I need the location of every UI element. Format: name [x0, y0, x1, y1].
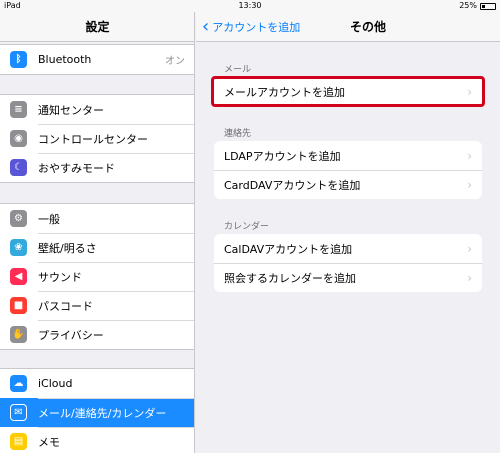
sidebar-item-notes[interactable]: ▤ メモ	[0, 427, 194, 453]
sidebar-item-value: オン	[165, 56, 185, 67]
chevron-right-icon: ›	[467, 271, 472, 285]
add-caldav-account-row[interactable]: CalDAVアカウントを追加 ›	[214, 234, 482, 263]
row-label: LDAPアカウントを追加	[224, 149, 341, 163]
sidebar-item-wallpaper[interactable]: ❀ 壁紙/明るさ	[0, 233, 194, 262]
notification-icon: ≡	[10, 101, 27, 118]
row-label: CalDAVアカウントを追加	[224, 242, 353, 256]
sidebar-item-control-center[interactable]: ◉ コントロールセンター	[0, 124, 194, 153]
moon-icon: ☾	[10, 159, 27, 176]
sidebar-group-accounts: ☁ iCloud ✉ メール/連絡先/カレンダー ▤ メモ	[0, 368, 194, 453]
add-subscribed-calendar-row[interactable]: 照会するカレンダーを追加 ›	[214, 263, 482, 292]
battery-percent: 25%	[459, 1, 477, 10]
control-center-icon: ◉	[10, 130, 27, 147]
sidebar-item-general[interactable]: ⚙ 一般	[0, 204, 194, 233]
section-header-calendars: カレンダー	[224, 222, 270, 232]
sidebar: 設定 ᛒ Bluetooth オン ≡ 通知センター ◉ コントロールセンター …	[0, 0, 195, 453]
sidebar-item-label: メール/連絡先/カレンダー	[38, 406, 167, 420]
sidebar-item-do-not-disturb[interactable]: ☾ おやすみモード	[0, 153, 194, 182]
sidebar-item-label: プライバシー	[38, 328, 104, 342]
section-calendars: CalDAVアカウントを追加 › 照会するカレンダーを追加 ›	[214, 234, 482, 292]
sidebar-item-label: パスコード	[38, 299, 93, 313]
status-time: 13:30	[238, 1, 262, 10]
sidebar-item-bluetooth[interactable]: ᛒ Bluetooth オン	[0, 45, 194, 74]
wallpaper-icon: ❀	[10, 239, 27, 256]
mail-icon: ✉	[10, 404, 27, 421]
navigation-bar: ‹ アカウントを追加 その他	[196, 12, 500, 42]
gear-icon: ⚙	[10, 210, 27, 227]
sidebar-item-label: メモ	[38, 435, 60, 449]
sidebar-item-notification-center[interactable]: ≡ 通知センター	[0, 95, 194, 124]
sidebar-item-label: 一般	[38, 212, 60, 226]
cloud-icon: ☁	[10, 375, 27, 392]
sidebar-item-mail-contacts-calendars[interactable]: ✉ メール/連絡先/カレンダー	[0, 398, 194, 427]
sidebar-item-passcode[interactable]: ■ パスコード	[0, 291, 194, 320]
chevron-right-icon: ›	[467, 148, 472, 163]
sidebar-group-bluetooth: ᛒ Bluetooth オン	[0, 44, 194, 75]
sidebar-group-general: ⚙ 一般 ❀ 壁紙/明るさ ◀ サウンド ■ パスコード ✋ プライバシー	[0, 203, 194, 350]
hand-icon: ✋	[10, 326, 27, 343]
section-header-mail: メール	[224, 65, 252, 75]
sidebar-item-label: 壁紙/明るさ	[38, 241, 97, 255]
notes-icon: ▤	[10, 433, 27, 450]
battery-icon	[480, 2, 496, 10]
sidebar-item-label: コントロールセンター	[38, 132, 148, 146]
chevron-right-icon: ›	[467, 178, 472, 192]
lock-icon: ■	[10, 297, 27, 314]
row-label: CardDAVアカウントを追加	[224, 179, 361, 192]
sidebar-item-label: Bluetooth	[38, 53, 92, 66]
row-label: 照会するカレンダーを追加	[224, 272, 356, 285]
battery-status: 25%	[459, 0, 496, 12]
battery-fill	[482, 4, 485, 8]
bluetooth-icon: ᛒ	[10, 51, 27, 68]
sidebar-item-label: iCloud	[38, 377, 73, 390]
sidebar-item-privacy[interactable]: ✋ プライバシー	[0, 320, 194, 349]
chevron-right-icon: ›	[467, 241, 472, 256]
page-title: その他	[349, 20, 386, 34]
sidebar-group-notifications: ≡ 通知センター ◉ コントロールセンター ☾ おやすみモード	[0, 94, 194, 183]
sound-icon: ◀	[10, 268, 27, 285]
sidebar-title: 設定	[0, 12, 194, 42]
sidebar-item-label: 通知センター	[38, 103, 104, 117]
sidebar-item-icloud[interactable]: ☁ iCloud	[0, 369, 194, 398]
section-contacts: LDAPアカウントを追加 › CardDAVアカウントを追加 ›	[214, 141, 482, 199]
highlight-box	[211, 76, 485, 107]
status-bar: iPad 13:30 25%	[0, 0, 500, 12]
sidebar-item-sounds[interactable]: ◀ サウンド	[0, 262, 194, 291]
add-ldap-account-row[interactable]: LDAPアカウントを追加 ›	[214, 141, 482, 170]
detail-pane: ‹ アカウントを追加 その他 メール メールアカウントを追加 › 連絡先 LDA…	[196, 0, 500, 453]
add-carddav-account-row[interactable]: CardDAVアカウントを追加 ›	[214, 170, 482, 199]
section-header-contacts: 連絡先	[224, 129, 252, 139]
sidebar-item-label: サウンド	[38, 270, 82, 284]
sidebar-item-label: おやすみモード	[38, 161, 115, 175]
